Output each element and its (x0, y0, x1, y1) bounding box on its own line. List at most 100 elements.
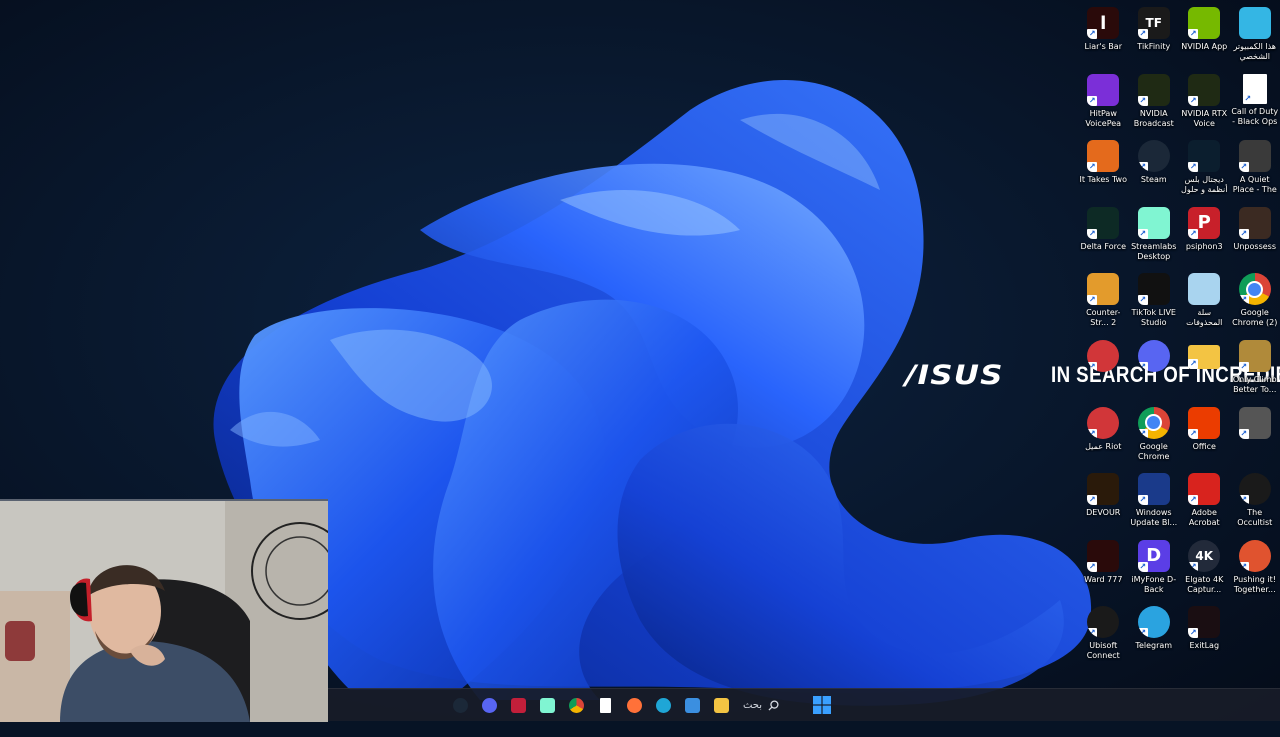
telegram-icon: ↗ (1138, 606, 1170, 638)
desktop-icon-ubisoft[interactable]: ↗Ubisoft Connect (1078, 603, 1129, 670)
desktop-icon-imyfone[interactable]: D↗iMyFone D-Back (1129, 537, 1180, 604)
desktop-icon-occultist[interactable]: ↗The Occultist (1230, 470, 1280, 537)
chrome-icon: ↗ (1239, 273, 1271, 305)
desktop-icon-label: Pushing it! Together... (1230, 575, 1280, 595)
exitlag-glyph-icon (511, 698, 526, 713)
steam-icon: ↗ (1138, 140, 1170, 172)
desktop-icon-label: TikTok LIVE Studio (1129, 308, 1179, 328)
desktop-icon-it-takes-two[interactable]: ↗ It Takes Two (1078, 137, 1129, 204)
streamlabs-taskbar-icon[interactable] (536, 693, 560, 717)
elgato-4k-glyph: 4K (1195, 549, 1213, 563)
desktop-icon-elgato-4k[interactable]: 4K↗ Elgato 4K Captur... (1179, 537, 1230, 604)
desktop-icon-office[interactable]: ↗Office (1179, 404, 1230, 471)
liars-bar-glyph: l (1100, 13, 1106, 34)
desktop-icon-recycle-bin[interactable]: سلة المحذوفات (1179, 270, 1230, 337)
desktop-icon-label: Counter-Str... 2 (1078, 308, 1128, 328)
desktop-icon-counter-strike[interactable]: ↗Counter-Str... 2 (1078, 270, 1129, 337)
desktop-icon-riot-client[interactable]: ↗ (1078, 337, 1129, 404)
search-icon (768, 700, 779, 711)
desktop-icon-steam[interactable]: ↗ Steam (1129, 137, 1180, 204)
shortcut-arrow-icon: ↗ (1138, 429, 1148, 439)
shortcut-arrow-icon: ↗ (1188, 359, 1198, 369)
desktop-icon-label: DEVOUR (1078, 508, 1128, 518)
edge-glyph-icon (656, 698, 671, 713)
it-takes-two-icon: ↗ (1087, 140, 1119, 172)
desktop-icon-label: Streamlabs Desktop (1129, 242, 1179, 262)
edge-taskbar-icon[interactable] (652, 693, 676, 717)
desktop-icon-digital-plus[interactable]: ↗ ديجتال بلس أنظمة و حلول (1179, 137, 1230, 204)
shortcut-arrow-icon: ↗ (1138, 362, 1148, 372)
pushing-it-icon: ↗ (1239, 540, 1271, 572)
file-taskbar-icon[interactable] (594, 693, 618, 717)
desktop-icon-label: NVIDIA RTX Voice (1179, 109, 1229, 129)
windows-start-icon[interactable] (813, 696, 831, 714)
desktop-icon-label: It Takes Two (1078, 175, 1128, 185)
chrome-glyph-icon (569, 698, 584, 713)
desktop-icon-monitor[interactable]: هذا الكمبيوتر الشخصي (1230, 4, 1280, 71)
shortcut-arrow-icon: ↗ (1188, 96, 1198, 106)
firefox-taskbar-icon[interactable] (623, 693, 647, 717)
shortcut-arrow-icon: ↗ (1188, 429, 1198, 439)
shortcut-arrow-icon: ↗ (1087, 229, 1097, 239)
shortcut-arrow-icon: ↗ (1087, 162, 1097, 172)
desktop-icon-exitlag[interactable]: ↗ExitLag (1179, 603, 1230, 670)
desktop-icon-label: Elgato 4K Captur... (1179, 575, 1229, 595)
desktop-icon-label: HitPaw VoicePea (1078, 109, 1128, 129)
shortcut-arrow-icon: ↗ (1087, 429, 1097, 439)
desktop-icon-acrobat[interactable]: ↗Adobe Acrobat (1179, 470, 1230, 537)
desktop-icon-label: A Quiet Place - The Road ... (1230, 175, 1280, 195)
file-glyph-icon (600, 698, 611, 713)
desktop-icon-telegram[interactable]: ↗Telegram (1129, 603, 1180, 670)
taskbar-pinned-apps (446, 689, 736, 721)
desktop-icon-nvidia-broadcast[interactable]: ↗NVIDIA Broadcast (1129, 71, 1180, 138)
digital-plus-icon: ↗ (1188, 140, 1220, 172)
desktop-icon-label: ديجتال بلس أنظمة و حلول (1179, 175, 1229, 195)
shortcut-arrow-icon: ↗ (1188, 562, 1198, 572)
discord-taskbar-icon[interactable] (478, 693, 502, 717)
exitlag-icon: ↗ (1188, 606, 1220, 638)
desktop-icon-label: Steam (1129, 175, 1179, 185)
shortcut-arrow-icon: ↗ (1138, 29, 1148, 39)
desktop-icon-unpossess[interactable]: ↗Unpossess (1230, 204, 1280, 271)
chrome-taskbar-icon[interactable] (565, 693, 589, 717)
desktop-icon-game-shield[interactable]: ↗A Quiet Place - The Road ... (1230, 137, 1280, 204)
desktop-icon-devour[interactable]: ↗DEVOUR (1078, 470, 1129, 537)
desktop-icon-riot-client[interactable]: ↗عميل Riot (1078, 404, 1129, 471)
occultist-icon: ↗ (1239, 473, 1271, 505)
desktop-icon-discord[interactable]: ↗ (1129, 337, 1180, 404)
desktop-icon-psiphon[interactable]: P↗psiphon3 (1179, 204, 1230, 271)
desktop-icon-liars-bar[interactable]: l↗Liar's Bar (1078, 4, 1129, 71)
desktop-icon-label: Unpossess (1230, 242, 1280, 252)
desktop-icon-chrome[interactable]: ↗Google Chrome (2) (1230, 270, 1280, 337)
desktop-icon-pushing-it[interactable]: ↗ Pushing it! Together... (1230, 537, 1280, 604)
streamlabs-icon: ↗ (1138, 207, 1170, 239)
desktop-icon-tikfinity[interactable]: TF↗TikFinity (1129, 4, 1180, 71)
desktop-icon-delta-force[interactable]: ↗Delta Force (1078, 204, 1129, 271)
desktop-icon-label: NVIDIA Broadcast (1129, 109, 1179, 129)
delta-force-icon: ↗ (1087, 207, 1119, 239)
desktop-icon-game[interactable]: ↗ (1230, 404, 1280, 471)
discord-icon: ↗ (1138, 340, 1170, 372)
shortcut-arrow-icon: ↗ (1188, 162, 1198, 172)
desktop-icon-folder[interactable]: ↗ (1179, 337, 1230, 404)
desktop-icon-ward-777[interactable]: ↗Ward 777 (1078, 537, 1129, 604)
taskbar-search[interactable]: بحث (726, 694, 796, 716)
desktop-icon-nvidia[interactable]: ↗NVIDIA App (1179, 4, 1230, 71)
taskbar: بحث (328, 688, 1280, 721)
desktop-icon-windows-update-blocker[interactable]: ↗Windows Update Bl... (1129, 470, 1180, 537)
desktop-icon-nvidia-rtx-voice[interactable]: ↗ NVIDIA RTX Voice (1179, 71, 1230, 138)
desktop-icon-tiktok[interactable]: ↗TikTok LIVE Studio (1129, 270, 1180, 337)
desktop-icon-file-shortcut[interactable]: ↗Call of Duty - Black Ops 6 (1230, 71, 1280, 138)
desktop-icon-only-climb[interactable]: ↗Only Climb Better To... (1230, 337, 1280, 404)
store-taskbar-icon[interactable] (681, 693, 705, 717)
desktop-icon-streamlabs[interactable]: ↗ Streamlabs Desktop (1129, 204, 1180, 271)
desktop-icon-label: سلة المحذوفات (1179, 308, 1229, 328)
exitlag-taskbar-icon[interactable] (507, 693, 531, 717)
shortcut-arrow-icon: ↗ (1138, 229, 1148, 239)
streamlabs-glyph-icon (540, 698, 555, 713)
desktop-icon-label: Only Climb Better To... (1230, 375, 1280, 395)
discord-glyph-icon (482, 698, 497, 713)
desktop-icon-hitpaw[interactable]: ↗HitPaw VoicePea (1078, 71, 1129, 138)
steam-taskbar-icon[interactable] (449, 693, 473, 717)
desktop-icon-chrome[interactable]: ↗Google Chrome (1129, 404, 1180, 471)
